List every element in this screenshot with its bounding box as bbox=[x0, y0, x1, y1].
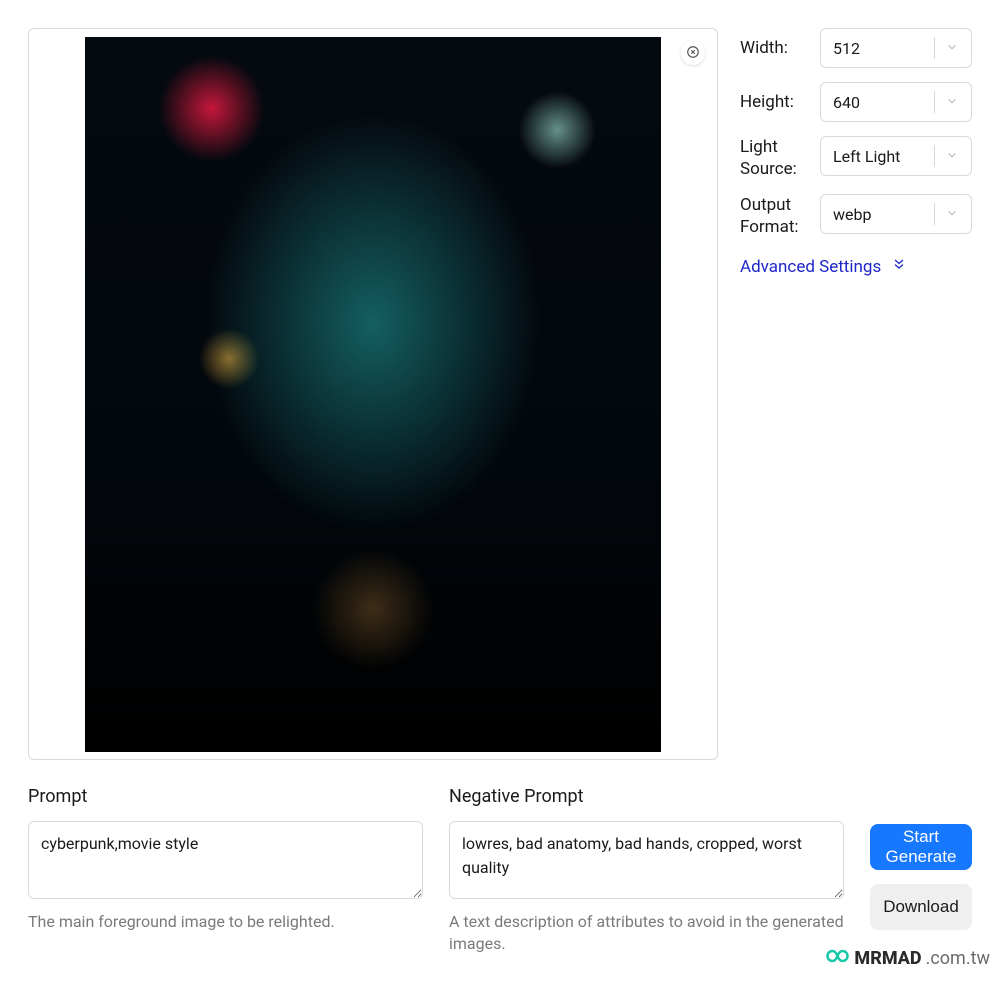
prompt-input[interactable] bbox=[28, 821, 423, 899]
close-icon bbox=[686, 44, 700, 63]
image-preview-panel bbox=[28, 28, 718, 760]
advanced-settings-label: Advanced Settings bbox=[740, 257, 881, 277]
watermark-domain: .com.tw bbox=[926, 948, 990, 969]
light-source-select[interactable]: Left Light bbox=[820, 136, 972, 176]
output-format-value: webp bbox=[833, 205, 930, 224]
chevron-down-icon bbox=[945, 147, 959, 166]
preview-image bbox=[85, 37, 661, 752]
output-format-select[interactable]: webp bbox=[820, 194, 972, 234]
negative-prompt-label: Negative Prompt bbox=[449, 786, 844, 807]
download-button[interactable]: Download bbox=[870, 884, 972, 930]
settings-panel: Width: 512 Height: 640 Light Source: bbox=[740, 28, 972, 277]
height-value: 640 bbox=[833, 93, 930, 112]
width-value: 512 bbox=[833, 39, 930, 58]
watermark: MRMAD.com.tw bbox=[820, 946, 990, 971]
advanced-settings-toggle[interactable]: Advanced Settings bbox=[740, 256, 972, 277]
start-generate-button[interactable]: Start Generate bbox=[870, 824, 972, 870]
negative-prompt-hint: A text description of attributes to avoi… bbox=[449, 911, 844, 956]
width-label: Width: bbox=[740, 37, 808, 59]
chevron-down-icon bbox=[945, 205, 959, 224]
double-chevron-down-icon bbox=[891, 256, 907, 277]
chevron-down-icon bbox=[945, 39, 959, 58]
light-source-value: Left Light bbox=[833, 147, 930, 166]
prompt-hint: The main foreground image to be relighte… bbox=[28, 911, 423, 933]
watermark-brand: MRMAD bbox=[854, 948, 921, 969]
negative-prompt-input[interactable] bbox=[449, 821, 844, 899]
infinity-icon bbox=[820, 946, 850, 971]
height-label: Height: bbox=[740, 91, 808, 113]
output-format-label: Output Format: bbox=[740, 194, 808, 238]
chevron-down-icon bbox=[945, 93, 959, 112]
remove-image-button[interactable] bbox=[681, 41, 705, 65]
prompt-label: Prompt bbox=[28, 786, 423, 807]
height-select[interactable]: 640 bbox=[820, 82, 972, 122]
light-source-label: Light Source: bbox=[740, 136, 808, 180]
width-select[interactable]: 512 bbox=[820, 28, 972, 68]
